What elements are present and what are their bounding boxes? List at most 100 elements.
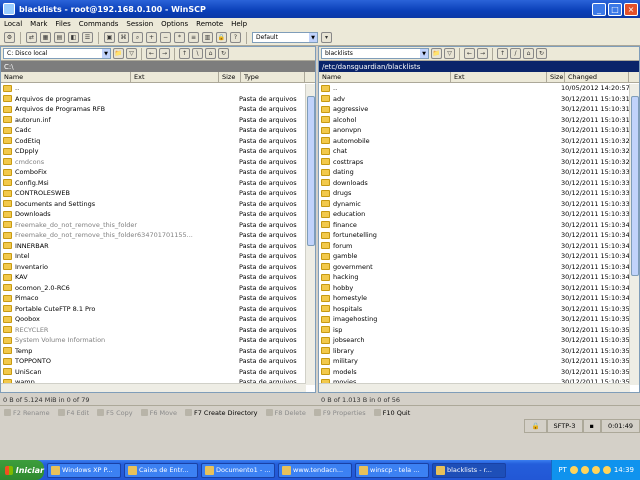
remote-vertical-scrollbar[interactable] xyxy=(629,84,639,385)
table-row[interactable]: Arquivos de programas Pasta de arquivos xyxy=(1,94,315,105)
fkey-f8[interactable]: F8 Delete xyxy=(265,409,306,417)
table-row[interactable]: Pimaco Pasta de arquivos xyxy=(1,293,315,304)
table-row[interactable]: drugs 30/12/2011 15:10:33 xyxy=(319,188,639,199)
open-folder-icon[interactable]: 📁 xyxy=(431,48,442,59)
table-row[interactable]: Config.Msi Pasta de arquivos xyxy=(1,178,315,189)
table-row[interactable]: adv 30/12/2011 15:10:31 xyxy=(319,94,639,105)
table-row[interactable]: Documents and Settings Pasta de arquivos xyxy=(1,199,315,210)
column-changed[interactable]: Changed xyxy=(565,72,629,82)
synchronize-icon[interactable]: ⇄ xyxy=(26,32,37,43)
local-horizontal-scrollbar[interactable] xyxy=(1,383,306,392)
table-row[interactable]: chat 30/12/2011 15:10:32 xyxy=(319,146,639,157)
language-indicator[interactable]: PT xyxy=(558,466,567,474)
parent-dir-icon[interactable]: ↑ xyxy=(497,48,508,59)
column-name[interactable]: Name xyxy=(1,72,131,82)
menu-item-remote[interactable]: Remote xyxy=(192,20,227,28)
plus-icon[interactable]: + xyxy=(146,32,157,43)
preset-settings-icon[interactable]: ▾ xyxy=(321,32,332,43)
table-row[interactable]: CONTROLESWEB Pasta de arquivos xyxy=(1,188,315,199)
maximize-button[interactable]: □ xyxy=(608,2,622,16)
remote-horizontal-scrollbar[interactable] xyxy=(319,383,630,392)
transfer-preset-select[interactable]: Default ▼ xyxy=(252,32,318,43)
filter-icon[interactable]: ▽ xyxy=(126,48,137,59)
sort-icon[interactable]: ≡ xyxy=(188,32,199,43)
taskbar-task[interactable]: Caixa de Entr... xyxy=(124,462,198,478)
table-row[interactable]: CDpply Pasta de arquivos xyxy=(1,146,315,157)
title-bar[interactable]: blacklists - root@192.168.0.100 - WinSCP… xyxy=(0,0,640,18)
start-button[interactable]: Iniciar xyxy=(0,460,44,480)
tray-icon[interactable] xyxy=(602,466,611,474)
command-icon[interactable]: ⌘ xyxy=(118,32,129,43)
table-row[interactable]: KAV Pasta de arquivos xyxy=(1,272,315,283)
taskbar-task[interactable]: Documento1 - ... xyxy=(201,462,275,478)
table-row[interactable]: downloads 30/12/2011 15:10:33 xyxy=(319,178,639,189)
forward-icon[interactable]: → xyxy=(477,48,488,59)
table-row[interactable]: System Volume Information Pasta de arquiv… xyxy=(1,335,315,346)
column-size[interactable]: Size xyxy=(219,72,241,82)
table-row[interactable]: models 30/12/2011 15:10:35 xyxy=(319,367,639,378)
table-row[interactable]: .. 10/05/2012 14:20:57 xyxy=(319,83,639,94)
table-row[interactable]: dating 30/12/2011 15:10:33 xyxy=(319,167,639,178)
open-folder-icon[interactable]: 📁 xyxy=(113,48,124,59)
menu-item-options[interactable]: Options xyxy=(157,20,192,28)
root-dir-icon[interactable]: \ xyxy=(192,48,203,59)
table-row[interactable]: CodEtiq Pasta de arquivos xyxy=(1,136,315,147)
tray-icon[interactable] xyxy=(580,466,589,474)
table-row[interactable]: hobby 30/12/2011 15:10:34 xyxy=(319,283,639,294)
asterisk-icon[interactable]: * xyxy=(174,32,185,43)
table-row[interactable]: fortunetelling 30/12/2011 15:10:34 xyxy=(319,230,639,241)
help-icon[interactable]: ? xyxy=(230,32,241,43)
table-row[interactable]: INNERBAR Pasta de arquivos xyxy=(1,241,315,252)
table-row[interactable]: cmdcons Pasta de arquivos xyxy=(1,157,315,168)
menu-item-files[interactable]: Files xyxy=(51,20,74,28)
local-file-list[interactable]: .. Arquivos de programas Pasta de arquivos… xyxy=(1,83,315,383)
table-row[interactable]: .. xyxy=(1,83,315,94)
table-row[interactable]: costtraps 30/12/2011 15:10:32 xyxy=(319,157,639,168)
close-button[interactable]: × xyxy=(624,2,638,16)
table-row[interactable]: Freemake_do_not_remove_this_folder634701… xyxy=(1,230,315,241)
table-row[interactable]: forum 30/12/2011 15:10:34 xyxy=(319,241,639,252)
table-row[interactable]: TOPPONTO Pasta de arquivos xyxy=(1,356,315,367)
fkey-f4[interactable]: F4 Edit xyxy=(57,409,89,417)
table-row[interactable]: jobsearch 30/12/2011 15:10:35 xyxy=(319,335,639,346)
table-row[interactable]: imagehosting 30/12/2011 15:10:35 xyxy=(319,314,639,325)
remote-folder-select[interactable]: blacklists ▼ xyxy=(321,48,429,59)
console-icon[interactable]: ▤ xyxy=(54,32,65,43)
table-row[interactable]: ComboFix Pasta de arquivos xyxy=(1,167,315,178)
table-row[interactable]: ocomon_2.0-RC6 Pasta de arquivos xyxy=(1,283,315,294)
list-icon[interactable]: ▥ xyxy=(202,32,213,43)
table-row[interactable]: autorun.inf Pasta de arquivos xyxy=(1,115,315,126)
table-row[interactable]: finance 30/12/2011 15:10:34 xyxy=(319,220,639,231)
table-row[interactable]: Inventario Pasta de arquivos xyxy=(1,262,315,273)
table-row[interactable]: Intel Pasta de arquivos xyxy=(1,251,315,262)
table-row[interactable]: military 30/12/2011 15:10:35 xyxy=(319,356,639,367)
refresh-icon[interactable]: ↻ xyxy=(536,48,547,59)
menu-item-commands[interactable]: Commands xyxy=(75,20,123,28)
preferences-icon[interactable]: ⚙ xyxy=(4,32,15,43)
table-row[interactable]: Arquivos de Programas RFB Pasta de arquiv… xyxy=(1,104,315,115)
terminal-icon[interactable]: ▣ xyxy=(104,32,115,43)
taskbar-task[interactable]: winscp - tela ... xyxy=(355,462,429,478)
scroll-thumb[interactable] xyxy=(307,96,315,246)
fkey-f10[interactable]: F10 Quit xyxy=(373,409,410,417)
tray-icon[interactable] xyxy=(591,466,600,474)
compare-icon[interactable]: ▦ xyxy=(40,32,51,43)
table-row[interactable]: Qoobox Pasta de arquivos xyxy=(1,314,315,325)
menu-item-session[interactable]: Session xyxy=(122,20,157,28)
table-row[interactable]: hospitals 30/12/2011 15:10:35 xyxy=(319,304,639,315)
taskbar-task[interactable]: blacklists - r... xyxy=(432,462,506,478)
scroll-thumb[interactable] xyxy=(631,96,639,276)
refresh-icon[interactable]: ↻ xyxy=(218,48,229,59)
column-ext[interactable]: Ext xyxy=(131,72,219,82)
root-dir-icon[interactable]: / xyxy=(510,48,521,59)
column-type[interactable]: Type xyxy=(241,72,305,82)
fkey-f6[interactable]: F6 Move xyxy=(140,409,177,417)
fkey-f2[interactable]: F2 Rename xyxy=(4,409,50,417)
table-row[interactable]: homestyle 30/12/2011 15:10:34 xyxy=(319,293,639,304)
back-icon[interactable]: ← xyxy=(464,48,475,59)
local-drive-select[interactable]: C: Disco local ▼ xyxy=(3,48,111,59)
taskbar-task[interactable]: www.tendacn... xyxy=(278,462,352,478)
table-row[interactable]: UniScan Pasta de arquivos xyxy=(1,367,315,378)
find-icon[interactable]: ⌕ xyxy=(132,32,143,43)
fkey-f7[interactable]: F7 Create Directory xyxy=(184,409,258,417)
